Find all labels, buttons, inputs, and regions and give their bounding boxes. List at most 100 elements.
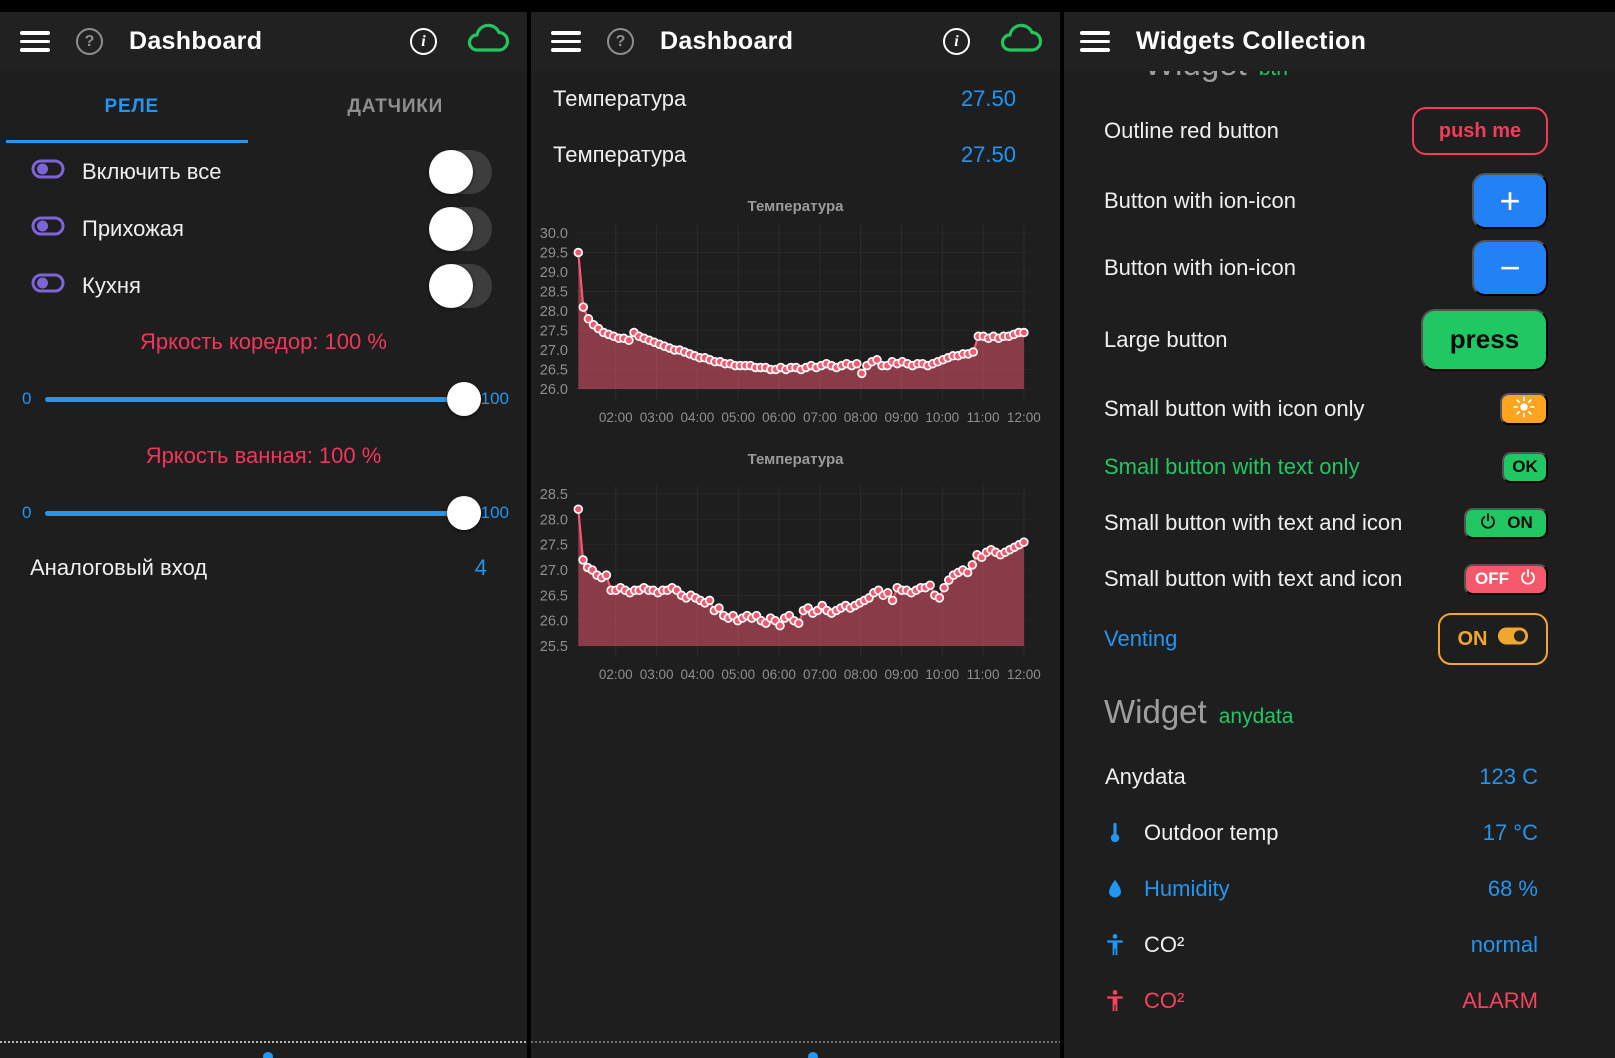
analog-input-label: Аналоговый вход [30,555,207,581]
widget-row-label: Button with ion-icon [1104,188,1296,214]
push-me-button[interactable]: push me [1412,107,1548,155]
clipped-icon [263,1052,273,1058]
on-button[interactable]: ON [1464,508,1548,539]
slider-min-label: 0 [22,503,31,523]
cloud-status-icon [465,23,509,60]
data-row-co2-normal: CO² normal [1064,917,1615,973]
widget-row-icon-only: Small button with icon only [1064,378,1615,439]
widget-row-label: Small button with text and icon [1104,566,1402,592]
svg-text:12:00: 12:00 [1007,410,1041,425]
toggle-outline-icon [30,271,66,300]
data-row-value: 68 % [1488,876,1538,902]
svg-text:29.0: 29.0 [540,265,568,281]
svg-text:26.5: 26.5 [540,363,568,379]
svg-text:10:00: 10:00 [925,667,959,682]
menu-icon[interactable] [1080,31,1110,52]
help-icon[interactable]: ? [76,28,103,55]
svg-text:07:00: 07:00 [803,667,837,682]
switch-kitchen-toggle[interactable] [429,264,492,308]
svg-text:26.0: 26.0 [540,614,568,630]
svg-text:29.5: 29.5 [540,246,568,262]
tab-relays[interactable]: РЕЛЕ [0,71,264,143]
menu-icon[interactable] [20,31,50,52]
widget-row-outline-red: Outline red button push me [1064,95,1615,167]
svg-text:03:00: 03:00 [640,667,674,682]
data-row-humidity: Humidity 68 % [1064,861,1615,917]
slider-knob[interactable] [447,382,481,416]
svg-text:28.0: 28.0 [540,512,568,528]
button-label: ON [1507,513,1533,533]
section-heading-subtitle: anydata [1219,705,1294,729]
minus-button[interactable]: − [1472,240,1548,296]
panel-dashboard-relays: ? Dashboard i РЕЛЕ ДАТЧИКИ Включить все … [0,12,527,1058]
temperature-value: 27.50 [961,86,1016,112]
plus-button[interactable]: + [1472,173,1548,229]
switch-row-hallway: Прихожая [0,200,527,257]
slider-max-label: 100 [481,503,509,523]
switch-label: Прихожая [82,216,184,242]
data-row-label: Anydata [1105,764,1186,790]
data-row-value: 17 °C [1483,820,1538,846]
svg-text:25.5: 25.5 [540,639,568,655]
info-icon[interactable]: i [410,28,437,55]
appbar-left: ? Dashboard i [0,12,527,71]
widget-row-text-icon-on: Small button with text and icon ON [1064,495,1615,551]
power-icon [1519,568,1537,591]
panel-widgets-collection: Widgets Collection Widget btn Outline re… [1064,12,1615,1058]
appbar-right: Widgets Collection [1064,12,1615,71]
panel-dashboard-sensors: ? Dashboard i Температура 27.50 Температ… [531,12,1060,1058]
press-button[interactable]: press [1421,309,1548,371]
widget-row-text-icon-off: Small button with text and icon OFF [1064,551,1615,607]
screenshot-root: ? Dashboard i РЕЛЕ ДАТЧИКИ Включить все … [0,0,1615,1058]
sun-icon [1513,396,1535,421]
off-button[interactable]: OFF [1464,564,1548,595]
svg-text:11:00: 11:00 [967,667,1000,682]
toggle-outline-icon [30,214,66,243]
svg-text:26.0: 26.0 [540,382,568,398]
droplet-icon [1104,877,1130,901]
svg-text:02:00: 02:00 [599,667,633,682]
page-title: Dashboard [129,27,262,56]
svg-text:05:00: 05:00 [721,667,755,682]
menu-icon[interactable] [551,31,581,52]
widget-anydata-heading: Widget anydata [1064,693,1615,737]
slider-track[interactable] [45,496,472,530]
widget-row-minus: Button with ion-icon − [1064,234,1615,301]
widget-row-large-button: Large button press [1064,301,1615,378]
ok-button[interactable]: OK [1502,452,1548,483]
widget-row-venting: Venting ON [1064,607,1615,671]
tab-active-indicator [6,140,248,143]
person-icon [1104,932,1130,958]
toggle-on-icon [1497,626,1529,652]
venting-toggle-button[interactable]: ON [1438,613,1548,665]
sun-button[interactable] [1500,393,1548,425]
info-icon[interactable]: i [943,28,970,55]
switch-row-kitchen: Кухня [0,257,527,314]
tab-sensors[interactable]: ДАТЧИКИ [264,71,528,143]
appbar-middle: ? Dashboard i [531,12,1060,71]
data-row-label: CO² [1144,932,1184,958]
data-row-label: Outdoor temp [1144,820,1279,846]
chart-title: Температура [531,451,1060,473]
slider-caption-bath: Яркость ванная: 100 % [0,428,527,484]
svg-text:06:00: 06:00 [762,667,796,682]
svg-text:11:00: 11:00 [967,410,1000,425]
widget-row-label: Outline red button [1104,118,1279,144]
widget-row-label: Venting [1104,626,1177,652]
widget-row-plus: Button with ion-icon + [1064,167,1615,234]
temperature-label: Температура [553,86,686,112]
clipped-section-heading: Widget btn [1064,71,1615,95]
help-icon[interactable]: ? [607,28,634,55]
slider-track[interactable] [45,382,472,416]
switch-label: Кухня [82,273,141,299]
temperature-row-2: Температура 27.50 [531,127,1060,183]
slider-knob[interactable] [447,496,481,530]
switch-all-toggle[interactable] [429,150,492,194]
svg-text:09:00: 09:00 [885,667,919,682]
svg-text:02:00: 02:00 [599,410,633,425]
svg-text:10:00: 10:00 [925,410,959,425]
svg-text:04:00: 04:00 [681,667,715,682]
switch-row-all: Включить все [0,143,527,200]
tab-bar: РЕЛЕ ДАТЧИКИ [0,71,527,143]
switch-hallway-toggle[interactable] [429,207,492,251]
